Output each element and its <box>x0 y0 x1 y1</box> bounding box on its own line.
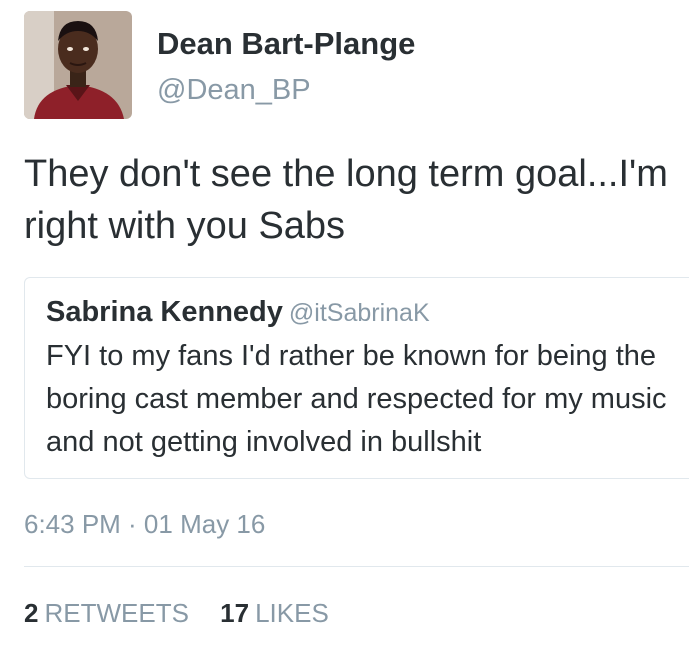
quoted-tweet-header: Sabrina Kennedy @itSabrinaK <box>46 296 430 329</box>
likes-count: 17 <box>220 598 250 628</box>
retweets-label: RETWEETS <box>44 598 189 628</box>
likes-label: LIKES <box>255 598 329 628</box>
likes-stat[interactable]: 17 LIKES <box>220 598 329 629</box>
divider <box>24 566 689 567</box>
quoted-tweet-card[interactable]: Sabrina Kennedy @itSabrinaK FYI to my fan… <box>24 277 689 479</box>
tweet-text: They don't see the long term goal...I'm … <box>24 153 668 247</box>
quoted-author-handle: @itSabrinaK <box>288 299 430 327</box>
retweets-count: 2 <box>24 598 39 628</box>
tweet-timestamp: 6:43 PM · 01 May 16 <box>24 509 266 539</box>
author-handle[interactable]: @Dean_BP <box>157 74 311 107</box>
retweets-stat[interactable]: 2 RETWEETS <box>24 598 189 629</box>
quoted-author-name: Sabrina Kennedy <box>46 296 283 328</box>
user-avatar-photo-icon <box>24 11 132 119</box>
avatar[interactable] <box>24 11 132 119</box>
tweet-stats: 2 RETWEETS 17 LIKES <box>24 598 353 629</box>
quoted-tweet-text: FYI to my fans I'd rather be known for b… <box>46 340 667 458</box>
author-display-name[interactable]: Dean Bart-Plange <box>157 26 415 62</box>
